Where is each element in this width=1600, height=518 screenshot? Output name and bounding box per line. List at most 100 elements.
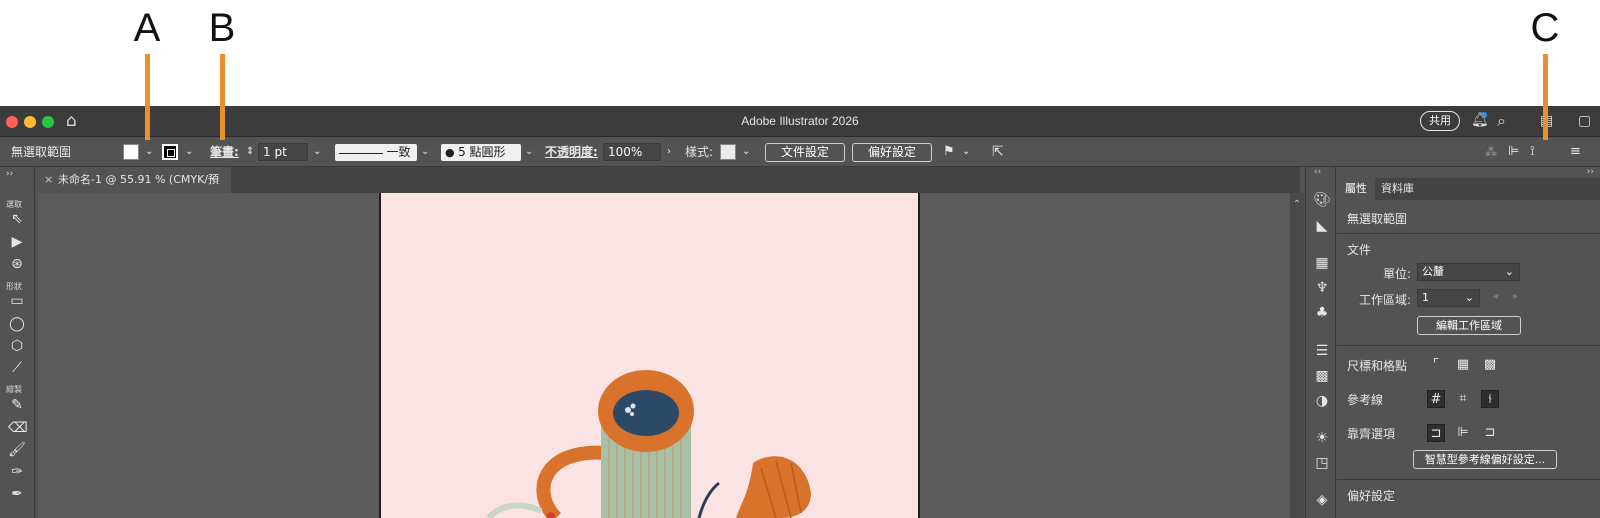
units-dropdown[interactable]: 公釐 ⌄ — [1417, 263, 1520, 281]
pen-tool-icon[interactable]: ✒ — [8, 485, 26, 503]
callout-line-b — [220, 54, 225, 140]
previous-artboard-icon[interactable]: ◂ — [1493, 291, 1498, 302]
eraser-tool-icon[interactable]: ⌫ — [8, 419, 28, 437]
align-left-icon[interactable]: ⊫ — [1508, 137, 1519, 167]
puppet-warp-icon[interactable]: ⟟ — [1530, 137, 1535, 167]
color-panel-icon[interactable]: 🎨︎ — [1313, 191, 1331, 209]
show-guides-icon[interactable]: # — [1427, 390, 1445, 408]
artboard-dropdown[interactable]: 1 ⌄ — [1417, 289, 1480, 307]
layers-panel-icon[interactable]: ◈ — [1313, 491, 1331, 509]
tool-section-draw: 繪製 — [6, 385, 22, 394]
edit-artboards-button[interactable]: 編輯工作區域 — [1417, 316, 1521, 335]
stroke-weight-chevron-icon[interactable]: ⌄ — [313, 137, 321, 167]
pencil-tool-icon[interactable]: ✎ — [8, 396, 26, 414]
artboard-chevron-icon: ⌄ — [1464, 291, 1474, 304]
collapse-dock-icon[interactable]: ‹‹ — [1314, 167, 1321, 177]
fill-swatch[interactable] — [123, 144, 139, 160]
swatches-panel-icon[interactable]: ▦ — [1313, 254, 1331, 272]
rulers-icon[interactable]: ⌜ — [1427, 356, 1445, 374]
stroke-weight-stepper-icon[interactable]: ⇕ — [246, 137, 254, 167]
smart-guides-preferences-button[interactable]: 智慧型參考線偏好設定... — [1413, 450, 1557, 469]
style-label: 樣式: — [685, 145, 714, 159]
color-guide-panel-icon[interactable]: ◣ — [1313, 217, 1331, 235]
stroke-panel-icon[interactable]: ☰ — [1313, 342, 1331, 360]
coffee-surface — [613, 390, 679, 436]
rectangle-tool-icon[interactable]: ▭ — [8, 292, 26, 310]
next-artboard-icon[interactable]: ▸ — [1513, 291, 1518, 302]
lasso-tool-icon[interactable]: ⊛ — [8, 255, 26, 273]
canvas-vertical-scrollbar[interactable]: ⌃ — [1290, 193, 1304, 518]
style-chevron-icon[interactable]: ⌄ — [742, 137, 750, 167]
document-setup-button[interactable]: 文件設定 — [765, 143, 845, 162]
callout-label-a: A — [133, 6, 161, 50]
lock-guides-icon[interactable]: ⌗ — [1454, 390, 1472, 408]
graphic-styles-panel-icon[interactable]: ◳ — [1313, 454, 1331, 472]
expand-toolbar-icon[interactable]: ›› — [6, 169, 13, 179]
blob-brush-tool-icon[interactable]: ✑ — [8, 463, 26, 481]
illustrator-window: ⌂ Adobe Illustrator 2026 共用 🔔︎ ⌕ ▤ ▢ 無選取… — [0, 106, 1600, 518]
panel-tabs: 屬性 資料庫 — [1337, 178, 1600, 200]
collapsed-panels-dock: ‹‹ 🎨︎ ◣ ▦ ♆ ♣ ☰ ▩ ◑ ☀ ◳ ◈ — [1305, 167, 1336, 518]
snap-to-point-icon[interactable]: ⊐ — [1427, 424, 1445, 442]
polygon-tool-icon[interactable]: ⬡ — [8, 337, 26, 355]
mug-handle — [536, 445, 608, 518]
callout-line-c — [1543, 54, 1548, 140]
stroke-weight-field[interactable]: 1 pt — [258, 143, 308, 161]
control-bar-menu-icon[interactable]: ≡ — [1570, 137, 1581, 167]
preferences-button[interactable]: 偏好設定 — [852, 143, 932, 162]
opacity-field[interactable]: 100% — [603, 143, 661, 161]
export-icon[interactable]: ⇱ — [992, 137, 1004, 167]
brush-dot-icon: ● — [445, 146, 455, 159]
callout-label-b: B — [208, 6, 236, 50]
snap-options-label: 靠齊選項 — [1347, 427, 1396, 441]
window-arrange-icon[interactable]: ▢ — [1578, 114, 1591, 128]
ellipse-tool-icon[interactable]: ◯ — [8, 315, 26, 333]
stroke-swatch[interactable] — [162, 144, 178, 160]
brush-chevron-icon[interactable]: ⌄ — [525, 137, 533, 167]
tab-libraries[interactable]: 資料庫 — [1373, 178, 1422, 200]
smart-guides-icon[interactable]: ⫮ — [1481, 390, 1499, 408]
symbols-panel-icon[interactable]: ♣ — [1313, 304, 1331, 322]
share-button[interactable]: 共用 — [1420, 111, 1460, 131]
tab-properties[interactable]: 屬性 — [1337, 178, 1375, 200]
align-to-chevron-icon[interactable]: ⌄ — [962, 137, 970, 167]
opacity-label[interactable]: 不透明度: — [545, 137, 598, 167]
pixel-snap-icon[interactable]: ⊐ — [1481, 424, 1499, 442]
profile-chevron-icon[interactable]: ⌄ — [421, 137, 429, 167]
snap-to-grid-icon[interactable]: ⊫ — [1454, 424, 1472, 442]
scroll-up-arrow-icon[interactable]: ⌃ — [1290, 199, 1304, 210]
callout-label-c: C — [1530, 6, 1560, 50]
canvas-area[interactable] — [38, 193, 1300, 518]
properties-panel: ›› 屬性 資料庫 無選取範圍 文件 單位: 公釐 ⌄ 工作區域: 1 ⌄ ◂ … — [1337, 167, 1600, 518]
artboard-label: 工作區域: — [1359, 293, 1412, 307]
window-title: Adobe Illustrator 2026 — [741, 114, 859, 128]
artboard[interactable] — [379, 193, 920, 518]
graphic-style-swatch[interactable] — [720, 144, 736, 160]
no-selection-label: 無選取範圍 — [1347, 212, 1408, 226]
search-icon[interactable]: ⌕ — [1497, 113, 1506, 129]
appearance-panel-icon[interactable]: ☀ — [1313, 429, 1331, 447]
grid-icon[interactable]: ▦ — [1454, 356, 1472, 374]
selection-tool-icon[interactable]: ⇖ — [8, 210, 26, 228]
expand-panel-icon[interactable]: ›› — [1587, 167, 1594, 177]
tool-section-select: 選取 — [6, 200, 22, 209]
close-document-tab-icon[interactable]: × — [44, 167, 53, 193]
document-section-heading: 文件 — [1347, 243, 1372, 257]
transparency-panel-icon[interactable]: ◑ — [1313, 392, 1331, 410]
transparency-grid-icon[interactable]: ▩ — [1481, 356, 1499, 374]
shaper-tool-icon[interactable]: ⟋ — [8, 359, 26, 377]
opacity-arrow-icon[interactable]: › — [667, 137, 671, 167]
transform-grid-icon[interactable]: ⁂ — [1485, 137, 1497, 167]
tools-panel: ›› 選取 ⇖ ▶ ⊛ 形狀 ▭ ◯ ⬡ ⟋ 繪製 ✎ ⌫ 🖌︎ ✑ ✒ — [0, 167, 35, 518]
direct-selection-tool-icon[interactable]: ▶ — [8, 233, 26, 251]
variable-width-profile-dropdown[interactable]: 一致 — [335, 144, 417, 161]
paintbrush-tool-icon[interactable]: 🖌︎ — [8, 441, 26, 459]
gradient-panel-icon[interactable]: ▩ — [1313, 367, 1331, 385]
fill-dropdown-chevron-icon[interactable]: ⌄ — [145, 137, 153, 167]
stroke-label[interactable]: 筆畫: — [210, 137, 239, 167]
brush-definition-dropdown[interactable]: ● 5 點圓形 — [441, 144, 521, 161]
stroke-dropdown-chevron-icon[interactable]: ⌄ — [185, 137, 193, 167]
document-tab[interactable]: × 未命名-1 @ 55.91 % (CMYK/預視) — [38, 167, 231, 212]
align-to-icon[interactable]: ⚑ — [943, 137, 955, 167]
brushes-panel-icon[interactable]: ♆ — [1313, 279, 1331, 297]
